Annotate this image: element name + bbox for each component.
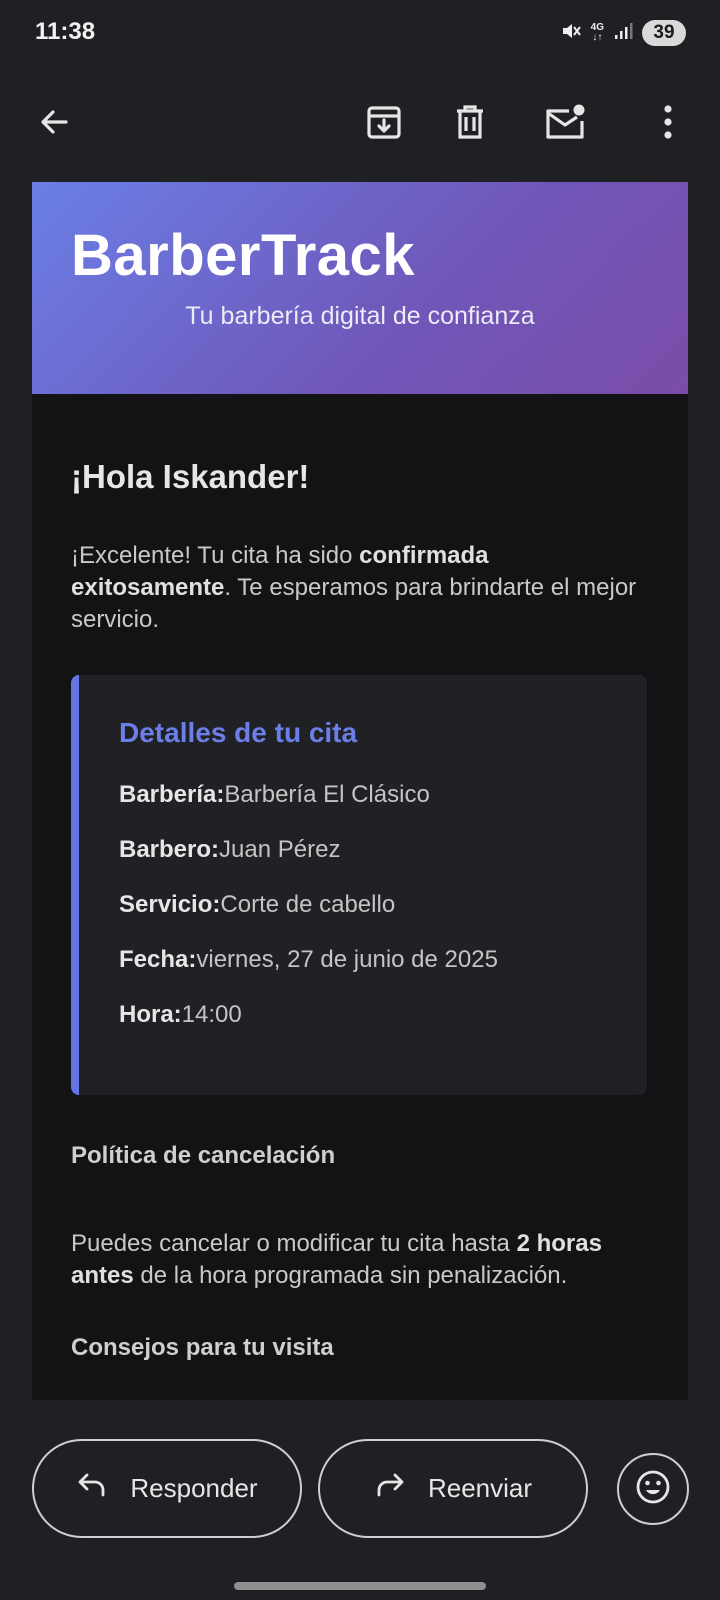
more-vert-icon[interactable] [640,94,696,150]
forward-button[interactable]: Reenviar [318,1439,588,1538]
reply-button[interactable]: Responder [32,1439,302,1538]
home-indicator[interactable] [234,1582,486,1590]
email-body: BarberTrack Tu barbería digital de confi… [32,182,688,1400]
detail-row-barber: Barbero:Juan Pérez [119,836,341,863]
detail-row-date: Fecha:viernes, 27 de junio de 2025 [119,946,498,973]
email-content[interactable]: BarberTrack Tu barbería digital de confi… [0,182,720,1400]
arrow-left-icon[interactable] [26,94,82,150]
reply-label: Responder [130,1473,258,1503]
brand-title: BarberTrack [71,223,416,288]
archive-icon[interactable] [356,94,412,150]
visit-tips-title: Consejos para tu visita [71,1334,334,1361]
greeting-heading: ¡Hola Iskander! [71,458,310,495]
mark-unread-icon[interactable] [537,94,593,150]
smiley-icon [635,1469,671,1510]
trash-icon[interactable] [442,94,498,150]
detail-row-service: Servicio:Corte de cabello [119,891,396,918]
detail-row-barbershop: Barbería:Barbería El Clásico [119,781,430,808]
email-toolbar [0,66,720,182]
status-time: 11:38 [35,18,96,45]
reply-icon [76,1471,108,1506]
email-header-banner: BarberTrack Tu barbería digital de confi… [32,182,688,394]
cancellation-policy-title: Política de cancelación [71,1142,336,1169]
signal-icon [613,21,633,46]
status-icons: 4G ↓↑ 39 [560,18,686,48]
battery-icon: 39 [642,20,686,46]
detail-row-time: Hora:14:00 [119,1001,242,1028]
intro-paragraph: ¡Excelente! Tu cita ha sido confirmada e… [71,542,637,633]
brand-tagline: Tu barbería digital de confianza [185,302,535,330]
status-bar: 11:38 4G ↓↑ 39 [0,0,720,66]
emoji-reaction-button[interactable] [617,1453,689,1525]
network-4g-icon: 4G ↓↑ [590,22,604,43]
bottom-action-bar: Responder Reenviar [0,1400,720,1600]
cancellation-policy-text: Puedes cancelar o modificar tu cita hast… [71,1230,602,1289]
appointment-details-card: Detalles de tu cita Barbería:Barbería El… [71,675,647,1095]
forward-icon [374,1471,406,1506]
mute-icon [560,20,582,47]
forward-label: Reenviar [427,1473,533,1503]
details-title: Detalles de tu cita [119,717,358,748]
